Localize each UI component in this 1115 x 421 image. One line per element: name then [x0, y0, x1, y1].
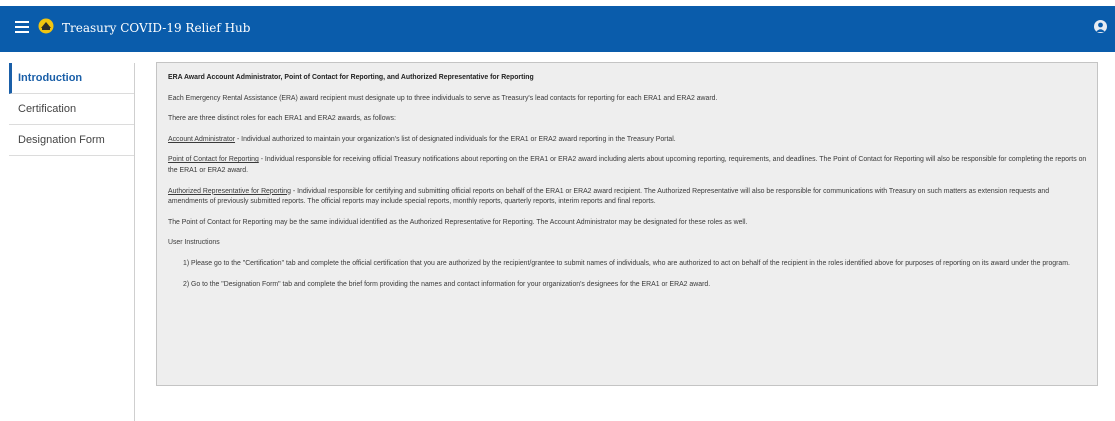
- user-avatar-icon[interactable]: [1094, 20, 1107, 33]
- hamburger-menu-icon[interactable]: [15, 21, 29, 33]
- instruction-item: 2) Go to the "Designation Form" tab and …: [183, 280, 711, 288]
- intro-text: Each Emergency Rental Assistance (ERA) a…: [168, 94, 718, 102]
- sidebar-nav: Introduction Certification Designation F…: [9, 63, 135, 421]
- panel-title: ERA Award Account Administrator, Point o…: [168, 74, 534, 81]
- roles-intro-text: There are three distinct roles for each …: [168, 115, 396, 123]
- role-term: Authorized Representative for Reporting: [168, 187, 291, 195]
- role-term: Point of Contact for Reporting: [168, 156, 259, 164]
- note-text: The Point of Contact for Reporting may b…: [168, 218, 748, 226]
- app-header: Treasury COVID-19 Relief Hub: [0, 6, 1115, 52]
- role-description: - Individual responsible for certifying …: [168, 187, 1050, 206]
- role-term: Account Administrator: [168, 135, 236, 143]
- role-description: - Individual authorized to maintain your…: [235, 135, 676, 143]
- sidebar-item-introduction[interactable]: Introduction: [9, 63, 134, 94]
- role-authorized-representative: Authorized Representative for Reporting …: [168, 187, 1087, 208]
- app-title: Treasury COVID-19 Relief Hub: [62, 21, 251, 35]
- content-panel: ERA Award Account Administrator, Point o…: [156, 62, 1098, 386]
- sidebar-item-designation-form[interactable]: Designation Form: [9, 125, 134, 156]
- treasury-seal-icon: [38, 18, 54, 34]
- instructions-heading: User Instructions: [168, 239, 220, 247]
- instruction-item: 1) Please go to the "Certification" tab …: [183, 259, 1070, 267]
- role-description: - Individual responsible for receiving o…: [168, 156, 1087, 174]
- sidebar-item-certification[interactable]: Certification: [9, 94, 134, 125]
- role-point-of-contact: Point of Contact for Reporting - Individ…: [168, 155, 1087, 176]
- role-account-administrator: Account Administrator - Individual autho…: [168, 135, 1087, 146]
